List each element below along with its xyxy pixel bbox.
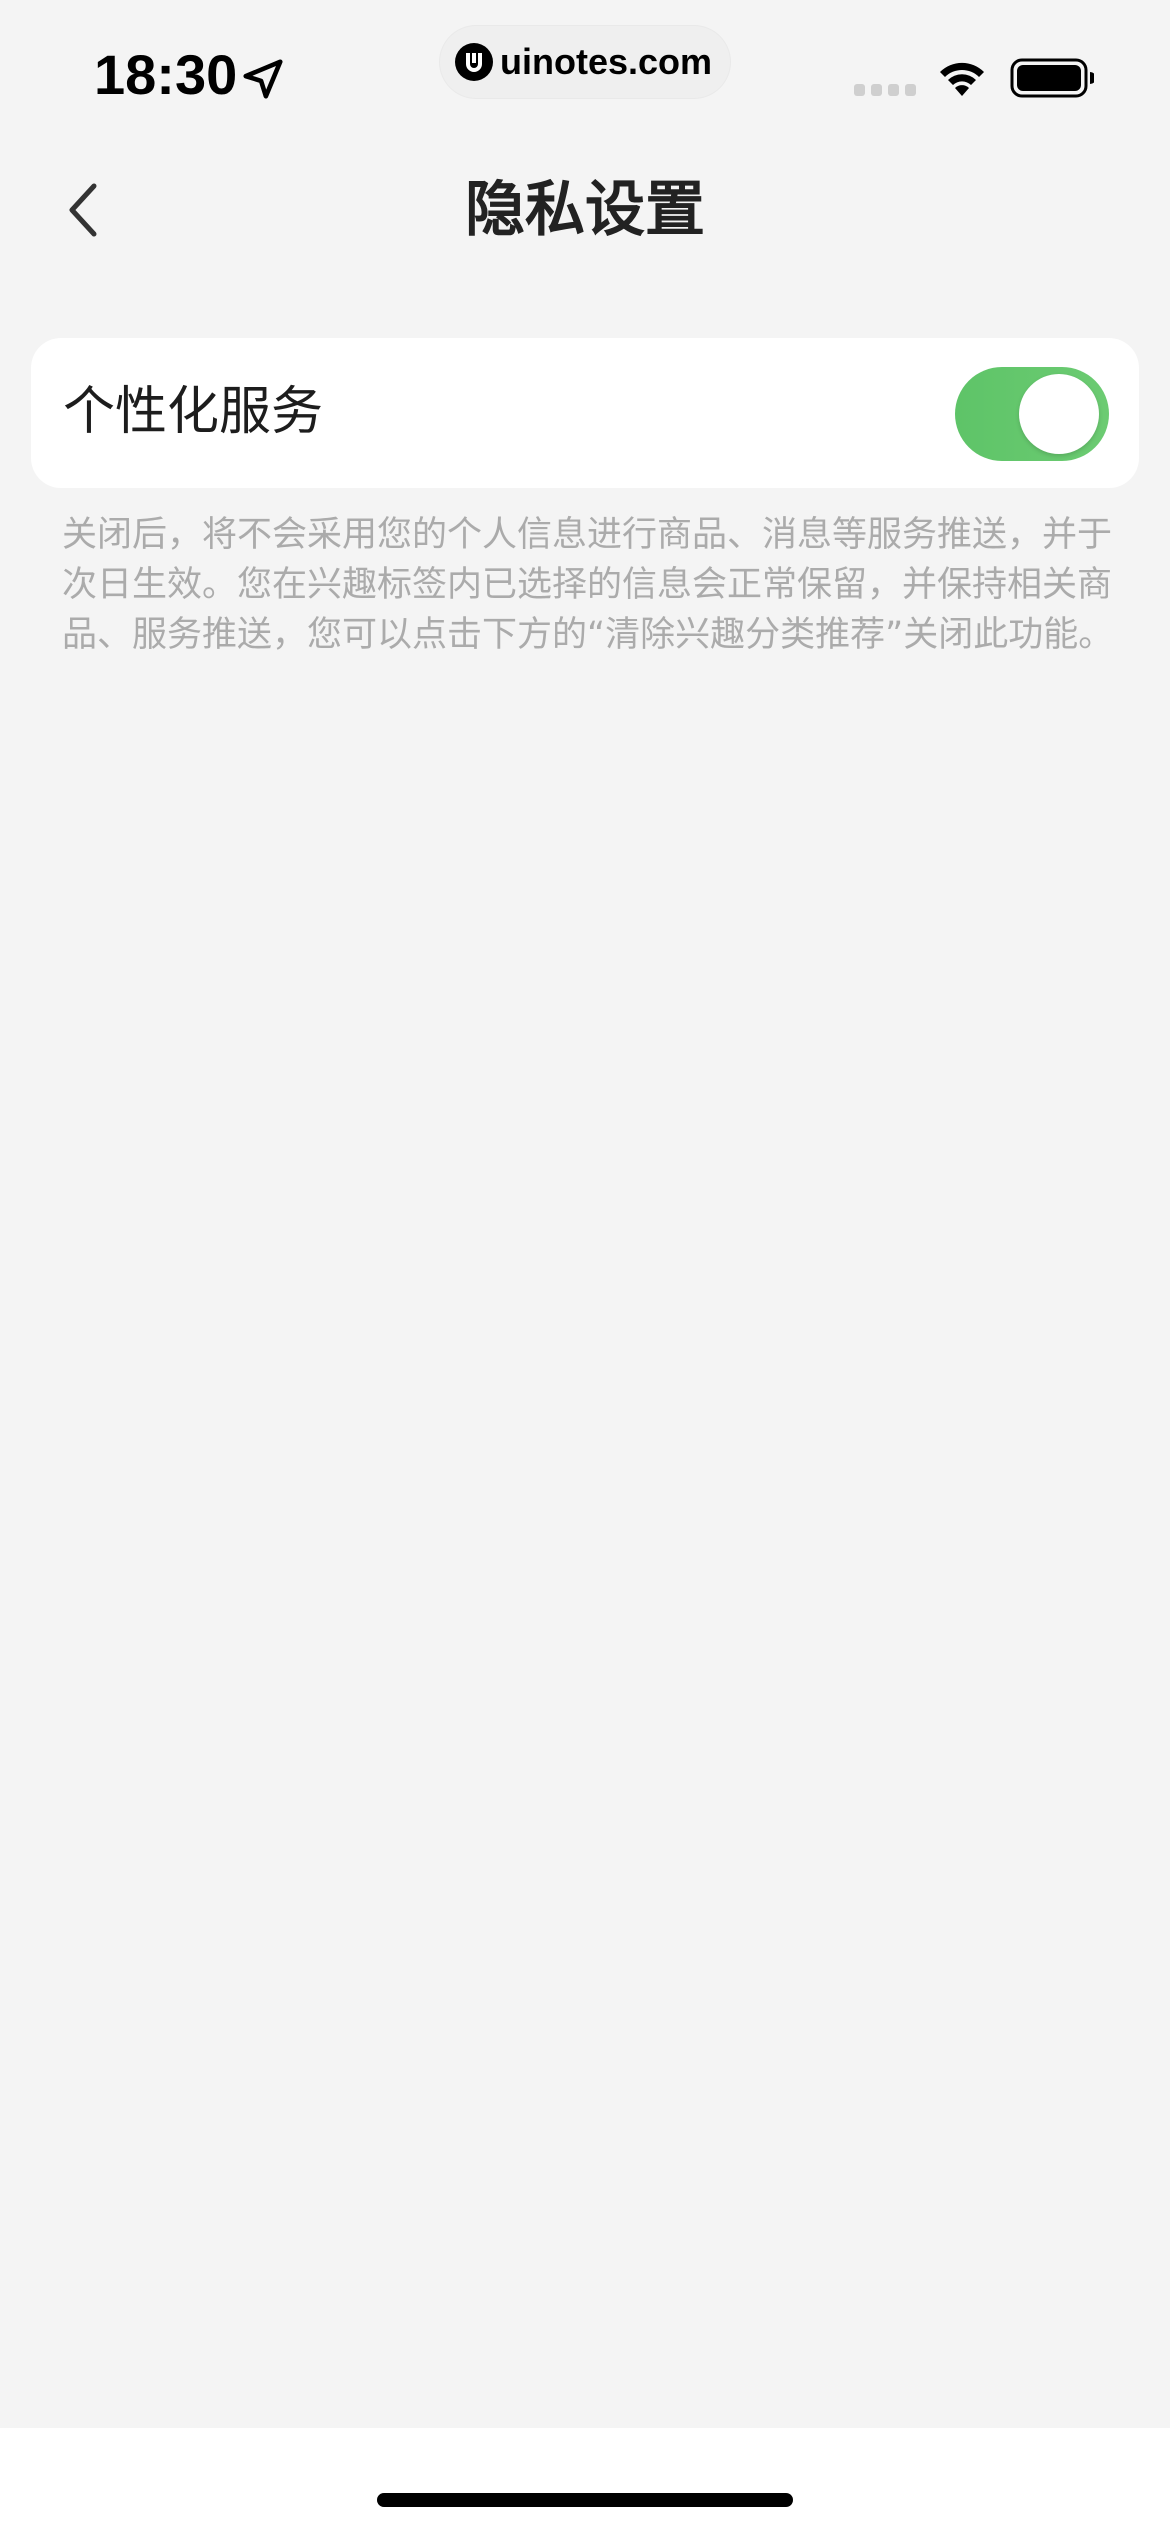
chevron-left-icon (69, 183, 97, 237)
page-title: 隐私设置 (465, 175, 705, 245)
bottom-bar (0, 2428, 1170, 2532)
url-text: uinotes.com (500, 41, 713, 82)
location-arrow-icon (243, 59, 283, 99)
back-button[interactable] (44, 170, 124, 250)
battery-icon (1010, 58, 1094, 98)
personalized-service-label: 个性化服务 (63, 382, 324, 442)
wifi-icon (940, 62, 984, 96)
url-pill[interactable]: uinotes.com (440, 26, 730, 98)
home-indicator[interactable] (377, 2493, 793, 2507)
personalized-service-description: 关闭后，将不会采用您的个人信息进行商品、消息等服务推送，并于次日生效。您在兴趣标… (62, 515, 1114, 655)
status-bar: 18:30 uinotes.com (0, 0, 1170, 150)
status-time: 18:30 (94, 43, 238, 106)
personalized-service-toggle[interactable] (955, 367, 1109, 461)
personalized-service-row: 个性化服务 (31, 338, 1139, 488)
signal-icon (854, 84, 916, 96)
nav-bar: 隐私设置 (0, 150, 1170, 270)
toggle-knob (1019, 374, 1099, 454)
site-logo-icon (455, 43, 493, 81)
